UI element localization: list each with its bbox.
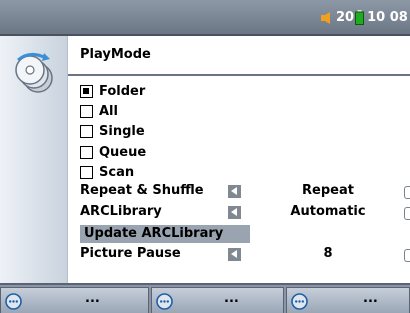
clock: 10 08: [367, 10, 408, 25]
option-label: Scan: [99, 164, 135, 180]
menu-dots-icon: [5, 293, 22, 310]
right-arrow-icon[interactable]: [404, 207, 410, 220]
setting-label: Picture Pause: [80, 246, 181, 261]
softkey-middle[interactable]: ...: [151, 287, 284, 313]
playmode-option-scan[interactable]: Scan: [80, 163, 134, 181]
update-arclibrary-button[interactable]: Update ARCLibrary: [80, 225, 250, 243]
setting-value: 8: [323, 246, 333, 261]
section-icon-column: [0, 36, 68, 283]
checkbox[interactable]: [80, 104, 93, 118]
setting-label: Repeat & Shuffle: [80, 183, 204, 198]
softkey-left[interactable]: ...: [0, 287, 149, 313]
setting-value: Repeat: [302, 183, 354, 198]
option-label: All: [99, 103, 118, 119]
setting-picture-pause[interactable]: Picture Pause 8: [68, 245, 410, 264]
volume-icon: [321, 11, 330, 24]
setting-value: Automatic: [290, 204, 366, 219]
playmode-option-queue[interactable]: Queue: [80, 143, 146, 161]
checkbox[interactable]: [80, 145, 93, 159]
playmode-option-all[interactable]: All: [80, 102, 118, 120]
playmode-option-single[interactable]: Single: [80, 122, 145, 140]
status-bar: 20 10 08: [0, 0, 410, 36]
playmode-option-folder[interactable]: Folder: [80, 82, 145, 100]
right-arrow-icon[interactable]: [404, 249, 410, 262]
option-label: Single: [99, 123, 145, 139]
setting-repeat-shuffle[interactable]: Repeat & Shuffle Repeat: [68, 182, 410, 201]
option-label: Queue: [99, 144, 147, 160]
setting-label: ARCLibrary: [80, 204, 162, 219]
option-label: Folder: [99, 83, 146, 99]
menu-dots-icon: [291, 293, 308, 310]
softkey-bar: ... ... ...: [0, 283, 410, 313]
panel-title: PlayMode: [80, 47, 151, 62]
checkbox-checked[interactable]: [80, 84, 93, 98]
softkey-label: ...: [224, 291, 239, 306]
left-arrow-icon[interactable]: [228, 185, 241, 198]
menu-dots-icon: [156, 293, 173, 310]
status-indicators: 20 10 08: [320, 10, 408, 25]
left-arrow-icon[interactable]: [228, 206, 241, 219]
setting-arclibrary[interactable]: ARCLibrary Automatic: [68, 203, 410, 222]
playmode-panel: PlayMode Folder All Single Queue Scan Re…: [68, 36, 410, 283]
panel-header: PlayMode: [68, 36, 410, 76]
update-arclibrary-label: Update ARCLibrary: [84, 226, 224, 241]
battery-icon: [355, 10, 365, 25]
softkey-right[interactable]: ...: [286, 287, 410, 313]
softkey-label: ...: [85, 291, 100, 306]
cd-playmode-icon: [15, 53, 53, 93]
softkey-label: ...: [363, 291, 378, 306]
checkbox[interactable]: [80, 165, 93, 179]
left-arrow-icon[interactable]: [228, 248, 241, 261]
checkbox[interactable]: [80, 124, 93, 138]
volume-level: 20: [336, 10, 355, 25]
right-arrow-icon[interactable]: [404, 186, 410, 199]
